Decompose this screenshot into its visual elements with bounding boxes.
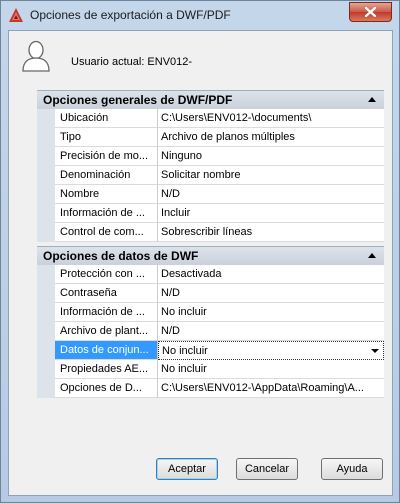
property-value[interactable]: N/D: [158, 284, 384, 303]
property-row-selected[interactable]: Datos de conjun... No incluir: [37, 341, 384, 360]
property-name: Información de ...: [55, 204, 158, 223]
property-row[interactable]: Denominación Solicitar nombre: [37, 166, 384, 185]
property-row[interactable]: Propiedades AE... No incluir: [37, 360, 384, 379]
property-name: Datos de conjun...: [55, 341, 158, 360]
property-value[interactable]: N/D: [158, 322, 384, 341]
property-row[interactable]: Información de ... No incluir: [37, 303, 384, 322]
property-name: Protección con ...: [55, 265, 158, 284]
property-value[interactable]: C:\Users\ENV012-\AppData\Roaming\A...: [158, 379, 384, 398]
property-name: Archivo de plant...: [55, 322, 158, 341]
property-value[interactable]: Ninguno: [158, 147, 384, 166]
property-value-dropdown[interactable]: No incluir: [158, 341, 384, 360]
property-name: Nombre: [55, 185, 158, 204]
property-value[interactable]: No incluir: [158, 360, 384, 379]
close-icon: [365, 7, 376, 17]
window-title: Opciones de exportación a DWF/PDF: [30, 8, 231, 22]
property-name: Precisión de mo...: [55, 147, 158, 166]
property-name: Tipo: [55, 128, 158, 147]
section-title: Opciones generales de DWF/PDF: [43, 93, 233, 107]
section-title: Opciones de datos de DWF: [43, 249, 199, 263]
property-value[interactable]: No incluir: [158, 303, 384, 322]
dialog-client-area: Usuario actual: ENV012- Opciones general…: [8, 30, 393, 496]
property-row[interactable]: Información de ... Incluir: [37, 204, 384, 223]
property-row[interactable]: Archivo de plant... N/D: [37, 322, 384, 341]
current-user-label: Usuario actual: ENV012-: [71, 56, 193, 68]
property-value[interactable]: Sobrescribir líneas: [158, 223, 384, 242]
autocad-logo-icon: [9, 8, 23, 22]
property-row[interactable]: Control de com... Sobrescribir líneas: [37, 223, 384, 242]
property-value[interactable]: Incluir: [158, 204, 384, 223]
dropdown-selected-value: No incluir: [162, 345, 208, 357]
property-name: Opciones de D...: [55, 379, 158, 398]
accept-button[interactable]: Aceptar: [156, 458, 218, 480]
property-name: Control de com...: [55, 223, 158, 242]
collapse-icon[interactable]: [368, 253, 376, 258]
property-value[interactable]: C:\Users\ENV012-\documents\: [158, 109, 384, 128]
property-name: Contraseña: [55, 284, 158, 303]
title-bar[interactable]: Opciones de exportación a DWF/PDF: [1, 1, 399, 29]
property-row[interactable]: Precisión de mo... Ninguno: [37, 147, 384, 166]
property-grid: Opciones generales de DWF/PDF Ubicación …: [37, 89, 384, 429]
property-row[interactable]: Opciones de D... C:\Users\ENV012-\AppDat…: [37, 379, 384, 398]
close-button[interactable]: [349, 2, 392, 22]
property-name: Propiedades AE...: [55, 360, 158, 379]
property-value[interactable]: Archivo de planos múltiples: [158, 128, 384, 147]
property-name: Información de ...: [55, 303, 158, 322]
property-name: Denominación: [55, 166, 158, 185]
property-row[interactable]: Contraseña N/D: [37, 284, 384, 303]
cancel-button[interactable]: Cancelar: [236, 458, 298, 480]
property-value[interactable]: N/D: [158, 185, 384, 204]
property-row[interactable]: Ubicación C:\Users\ENV012-\documents\: [37, 109, 384, 128]
help-button[interactable]: Ayuda: [321, 458, 383, 480]
property-value[interactable]: Solicitar nombre: [158, 166, 384, 185]
section-general-options[interactable]: Opciones generales de DWF/PDF: [37, 90, 384, 110]
property-row[interactable]: Protección con ... Desactivada: [37, 265, 384, 284]
section-dwf-data-options[interactable]: Opciones de datos de DWF: [37, 246, 384, 266]
property-value[interactable]: Desactivada: [158, 265, 384, 284]
collapse-icon[interactable]: [368, 97, 376, 102]
dialog-window: Opciones de exportación a DWF/PDF Usuari…: [0, 0, 400, 503]
chevron-down-icon[interactable]: [367, 343, 382, 358]
user-icon: [22, 40, 50, 72]
property-row[interactable]: Tipo Archivo de planos múltiples: [37, 128, 384, 147]
property-name: Ubicación: [55, 109, 158, 128]
property-row[interactable]: Nombre N/D: [37, 185, 384, 204]
